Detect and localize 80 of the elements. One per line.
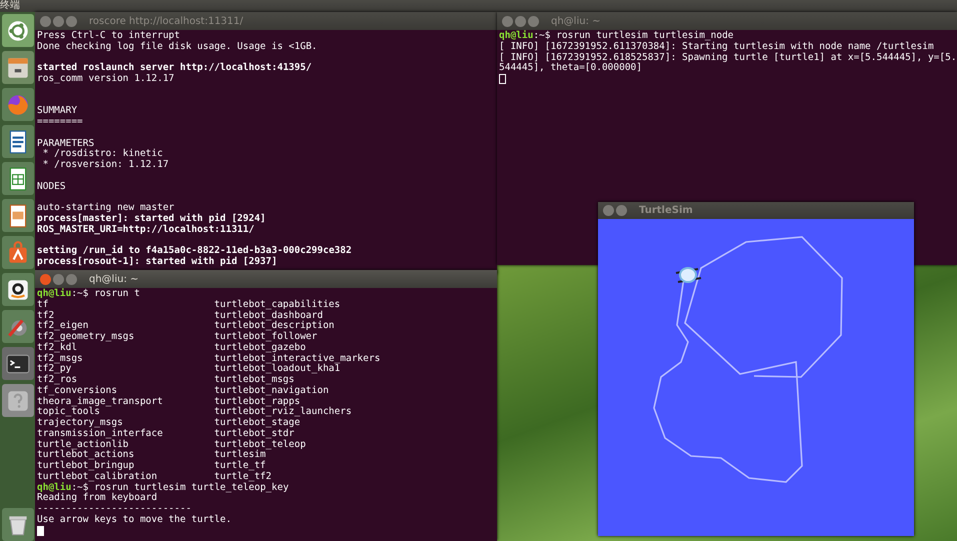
completion-entry: tf2_kdl	[37, 342, 78, 354]
completion-entry: tf2_ros	[37, 375, 78, 386]
minimize-button[interactable]	[53, 16, 64, 26]
window-title: qh@liu: ~	[551, 16, 601, 26]
completion-entry: turtlebot_actions	[37, 450, 134, 460]
terminal-line: process[master]: started with pid [2924]	[37, 212, 266, 224]
terminal-line: ---------------------------	[37, 503, 192, 514]
terminal-line: * /rosdistro: kinetic	[42, 148, 163, 160]
completion-entry: turtlebot_loadout_kha1	[214, 364, 340, 374]
completion-entry: turtlebot_gazebo	[214, 342, 306, 354]
completion-entry: turtlesim	[214, 450, 266, 460]
completion-entry: turtlebot_stdr	[214, 428, 294, 440]
completion-entry: turtlebot_follower	[214, 332, 318, 342]
terminal-line: ========	[37, 116, 83, 127]
completion-entry: theora_image_transport	[37, 396, 163, 406]
completion-entry: tf2_py	[37, 364, 72, 374]
completion-entry: tf2_geometry_msgs	[37, 332, 134, 342]
close-button[interactable]	[40, 16, 51, 26]
launcher-button[interactable]	[2, 125, 34, 158]
window-title: roscore http://localhost:11311/	[89, 16, 244, 26]
minimize-button[interactable]	[53, 274, 64, 284]
close-button[interactable]	[603, 205, 614, 216]
terminal-line: process[rosout-1]: started with pid [2937]	[37, 256, 278, 267]
completion-entry: turtlebot_calibration	[37, 472, 158, 482]
minimize-button[interactable]	[616, 205, 627, 216]
launcher-button[interactable]	[2, 273, 34, 306]
maximize-button[interactable]	[528, 16, 539, 26]
completion-entry: turtle_tf2	[214, 472, 272, 482]
terminal-line: * /rosversion: 1.12.17	[42, 159, 169, 170]
terminal-line: started roslaunch server http://localhost:41395/	[37, 62, 312, 74]
completion-entry: tf2_msgs	[37, 354, 83, 364]
turtle-icon	[676, 267, 702, 283]
completion-entry: transmission_interface	[37, 428, 163, 440]
close-button[interactable]	[502, 16, 513, 26]
completion-entry: tf2	[37, 310, 54, 320]
terminal-line: [ INFO] [1672391952.611370384]: Starting turtlesim with node name /turtlesim	[499, 40, 934, 52]
maximize-button[interactable]	[66, 16, 77, 26]
minimize-button[interactable]	[515, 16, 526, 26]
window-title: TurtleSim	[639, 205, 693, 216]
terminal-line: NODES	[37, 180, 66, 192]
completion-entry: topic_tools	[37, 407, 100, 418]
completion-entry: trajectory_msgs	[37, 418, 123, 428]
terminal-line: PARAMETERS	[37, 138, 94, 148]
terminal-line: Done checking log file disk usage. Usage is <1GB.	[37, 40, 318, 52]
terminal-line: qh@liu:~$ rosrun turtlesim turtle_teleop_key	[37, 482, 289, 492]
completion-entry: tf_conversions	[37, 386, 118, 396]
terminal-line: ros_comm version 1.12.17	[37, 73, 174, 84]
terminal-line: ROS_MASTER_URI=http://localhost:11311/	[37, 224, 254, 234]
completion-entry: tf2_eigen	[37, 321, 88, 332]
terminal-line: auto-starting new master	[37, 202, 174, 213]
launcher-button[interactable]	[2, 236, 34, 269]
completion-entry: turtlebot_navigation	[214, 386, 329, 396]
terminal-line: Use arrow keys to move the turtle.	[37, 514, 232, 525]
completion-entry: turtlebot_dashboard	[214, 310, 323, 320]
terminal-line: qh@liu:~$ rosrun t	[37, 288, 140, 299]
close-button[interactable]	[40, 274, 51, 284]
terminal-line: qh@liu:~$ rosrun turtlesim turtlesim_node	[499, 30, 734, 41]
completion-entry: turtlebot_rviz_launchers	[214, 407, 352, 418]
maximize-button[interactable]	[66, 274, 77, 284]
completion-entry: tf	[37, 300, 48, 310]
launcher-button[interactable]	[2, 162, 34, 195]
completion-entry: turtlebot_msgs	[214, 375, 294, 386]
completion-entry: turtlebot_bringup	[37, 461, 134, 472]
completion-entry: turtle_actionlib	[37, 440, 129, 450]
terminal-line: SUMMARY	[37, 105, 78, 116]
panel-title: 终端	[0, 0, 20, 12]
completion-entry: turtlebot_rapps	[214, 396, 300, 406]
completion-entry: turtlebot_interactive_markers	[214, 354, 380, 364]
terminal-line: 544445], theta=[0.000000]	[499, 62, 642, 74]
terminal-line: [ INFO] [1672391952.618525837]: Spawning turtle [turtle1] at x=[5.544445], y=[5.	[499, 52, 957, 62]
launcher-button[interactable]	[2, 199, 34, 232]
completion-entry: turtlebot_description	[214, 321, 334, 332]
terminal-line: Press Ctrl-C to interrupt	[37, 30, 180, 41]
window-title: qh@liu: ~	[89, 274, 139, 284]
terminal-line: Reading from keyboard	[37, 492, 158, 504]
completion-entry: turtlebot_stage	[214, 418, 300, 428]
completion-entry: turtlebot_teleop	[214, 440, 306, 450]
terminal-line: setting /run_id to f4a15a0c-8822-11ed-b3a3-000c299ce382	[37, 245, 352, 256]
completion-entry: turtlebot_capabilities	[214, 300, 340, 310]
completion-entry: turtle_tf	[214, 461, 266, 472]
